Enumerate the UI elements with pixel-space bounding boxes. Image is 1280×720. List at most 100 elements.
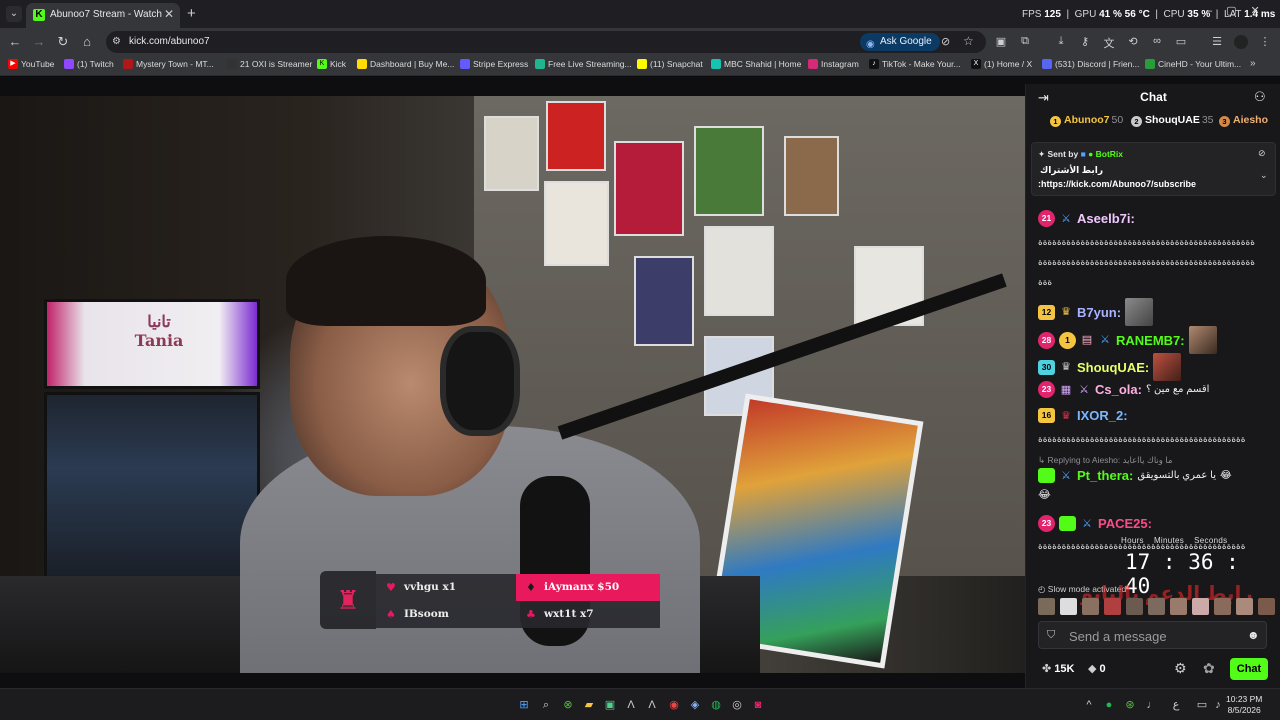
leaderboard-entry[interactable]: 1 Abunoo7 50 [1050, 114, 1123, 127]
bookmark-cinehd[interactable]: CineHD - Your Ultim... [1145, 59, 1241, 69]
quick-emote-icon[interactable]: ✿ [1203, 660, 1215, 677]
chat-username[interactable]: IXOR_2: [1077, 408, 1128, 423]
kicks-balance[interactable]: ◆ 0 [1088, 662, 1106, 675]
tab-search-dropdown[interactable]: ⌄ [6, 6, 22, 22]
microphone-icon[interactable]: ♩ [1145, 698, 1159, 712]
bookmark-kick[interactable]: K Kick [317, 59, 346, 69]
forward-icon[interactable]: → [31, 34, 47, 49]
bookmark-twitch[interactable]: (1) Twitch [64, 59, 114, 69]
app-c-icon[interactable]: ◙ [751, 698, 765, 712]
chat-message[interactable]: 23 ⚔ PACE25: [1038, 515, 1152, 532]
menu-kebab-icon[interactable]: ⋮ [1258, 35, 1272, 49]
chat-input-box[interactable]: ⛉ ☻ [1038, 621, 1267, 649]
bookmark-x[interactable]: X (1) Home / X [971, 59, 1032, 69]
chat-username[interactable]: PACE25: [1098, 516, 1152, 531]
chat-message[interactable]: 23 ▦ ⚔ Cs_ola: اقسم مع مين ؟ [1038, 381, 1209, 398]
history-icon[interactable]: ⟲ [1126, 35, 1140, 49]
tray-chevron-icon[interactable]: ^ [1082, 698, 1096, 712]
tab-active[interactable]: K Abunoo7 Stream - Watch Live on Kick ✕ [26, 3, 180, 28]
chat-send-button[interactable]: Chat [1230, 658, 1268, 680]
chat-message[interactable]: 30 ♛ ShouqUAE: [1038, 353, 1182, 381]
chat-message[interactable]: 12 ♛ B7yun: [1038, 298, 1154, 326]
bookmark-oxi[interactable]: 21 OXI is Streamer [227, 59, 312, 69]
bookmark-snapchat[interactable]: (11) Snapchat [637, 59, 703, 69]
chat-message[interactable]: 21 ⚔ Aseelb7i: [1038, 210, 1135, 227]
emote-image[interactable] [1236, 598, 1253, 615]
chat-username[interactable]: B7yun: [1077, 305, 1121, 320]
tray-app-icon[interactable]: ⊛ [1123, 698, 1137, 712]
bookmark-discord[interactable]: (531) Discord | Frien... [1042, 59, 1139, 69]
chat-username[interactable]: RANEMB7: [1116, 333, 1185, 348]
emote-image[interactable] [1126, 598, 1143, 615]
steam-icon[interactable]: ◈ [688, 698, 702, 712]
back-icon[interactable]: ← [7, 34, 23, 49]
language-indicator[interactable]: ع [1169, 698, 1183, 712]
wallet-icon[interactable]: ▭ [1174, 35, 1188, 49]
bookmark-mystery-town[interactable]: Mystery Town - MT... [123, 59, 214, 69]
emote-image[interactable] [1258, 598, 1275, 615]
chat-message[interactable]: 28 1 ▤ ⚔ RANEMB7: [1038, 326, 1217, 354]
chat-username[interactable]: ShouqUAE: [1077, 360, 1149, 375]
chat-username[interactable]: Pt_thera: [1077, 468, 1133, 483]
app-a-icon[interactable]: Λ [624, 698, 638, 712]
bookmark-instagram[interactable]: Instagram [808, 59, 859, 69]
emote-image[interactable] [1104, 598, 1121, 615]
profile-avatar[interactable] [1234, 35, 1248, 49]
translate-icon[interactable]: 文 [1102, 35, 1116, 50]
window-controls[interactable]: –▢✕ [1206, 4, 1274, 17]
emote-image[interactable] [1082, 598, 1099, 615]
chat-settings-icon[interactable]: ⚙ [1174, 660, 1187, 677]
pinned-link[interactable]: :https://kick.com/Abunoo7/subscribe [1038, 179, 1196, 189]
emote-image[interactable] [1148, 598, 1165, 615]
tracking-protection-icon[interactable]: ⊘ [941, 35, 950, 48]
volume-icon[interactable]: ♪ [1211, 698, 1225, 712]
emote-image[interactable] [1192, 598, 1209, 615]
app-icon[interactable]: ▣ [603, 698, 617, 712]
puzzle-icon[interactable]: ⧉ [1018, 35, 1032, 49]
pinned-message[interactable]: ✦ Sent by ■ ● BotRix ⊘ رابط الأشتراك :ht… [1031, 142, 1276, 196]
extension-icon[interactable]: ▣ [994, 35, 1008, 49]
bookmark-tiktok[interactable]: ♪ TikTok - Make Your... [869, 59, 961, 69]
more-bookmarks-icon[interactable]: » [1250, 58, 1256, 69]
emoji-picker-icon[interactable]: ☻ [1247, 628, 1260, 642]
channel-points[interactable]: ✤ 15K [1042, 662, 1074, 675]
reading-list-icon[interactable]: ☰ [1210, 35, 1224, 49]
reload-icon[interactable]: ↻ [55, 34, 71, 50]
emote-image[interactable] [1214, 598, 1231, 615]
bookmark-stripe[interactable]: Stripe Express [460, 59, 528, 69]
address-bar[interactable]: ⚙ kick.com/abunoo7 ◉ Ask Google ⊘ ☆ [106, 31, 986, 53]
file-explorer-icon[interactable]: ▰ [582, 698, 596, 712]
emote-image[interactable] [1060, 598, 1077, 615]
ask-google-button[interactable]: ◉ Ask Google [860, 33, 940, 51]
url-text[interactable]: kick.com/abunoo7 [129, 36, 210, 47]
unpin-icon[interactable]: ⊘ [1258, 148, 1266, 159]
chat-identity-icon[interactable]: ⛉ [1047, 629, 1055, 642]
new-tab-icon[interactable]: + [187, 5, 196, 22]
bookmark-shahid[interactable]: MBC Shahid | Home [711, 59, 801, 69]
emote-image[interactable] [1170, 598, 1187, 615]
network-icon[interactable]: ▭ [1195, 698, 1209, 712]
leaderboard-entry[interactable]: 3 Aiesho [1219, 114, 1268, 127]
link-icon[interactable]: ∞ [1150, 35, 1164, 49]
chevron-down-icon[interactable]: ⌄ [1260, 170, 1268, 181]
obs-icon[interactable]: ◎ [730, 698, 744, 712]
tab-close-icon[interactable]: ✕ [164, 7, 174, 21]
clock[interactable]: 10:23 PM 8/5/2026 [1226, 694, 1262, 716]
bookmark-youtube[interactable]: ▶ YouTube [8, 59, 54, 69]
app-b-icon[interactable]: Λ [645, 698, 659, 712]
start-windows-icon[interactable]: ⊞ [517, 698, 531, 712]
site-info-icon[interactable]: ⚙ [112, 36, 124, 48]
bookmark-buymeacoffee[interactable]: Dashboard | Buy Me... [357, 59, 454, 69]
reply-context[interactable]: ↳ Replying to Aiesho: ما وناك يااعايد [1038, 455, 1172, 466]
chat-message[interactable]: 16 ♛ IXOR_2: [1038, 408, 1128, 423]
chrome-icon[interactable]: ◉ [667, 698, 681, 712]
bookmark-streaming[interactable]: Free Live Streaming... [535, 59, 632, 69]
emote-image[interactable] [1038, 598, 1055, 615]
tray-spotify-icon[interactable]: ● [1102, 698, 1116, 712]
download-icon[interactable]: ⤓ [1054, 35, 1068, 49]
password-key-icon[interactable]: ⚷ [1078, 35, 1092, 49]
chat-message-input[interactable] [1069, 626, 1234, 646]
chat-username[interactable]: Cs_ola: [1095, 382, 1142, 397]
search-icon[interactable]: ⌕ [539, 698, 553, 712]
leaderboard-entry[interactable]: 2 ShouqUAE 35 [1131, 114, 1214, 127]
